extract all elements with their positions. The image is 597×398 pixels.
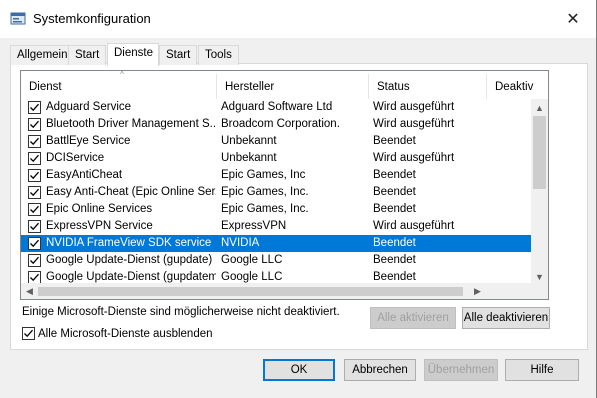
- column-header-manufacturer[interactable]: Hersteller: [217, 74, 369, 99]
- service-manufacturer: Unbekannt: [221, 152, 277, 164]
- service-manufacturer: Google LLC: [221, 254, 283, 266]
- cancel-button[interactable]: Abbrechen: [344, 359, 416, 381]
- service-status: Wird ausgeführt: [373, 101, 455, 113]
- horizontal-scroll-thumb[interactable]: [38, 287, 463, 296]
- horizontal-scrollbar[interactable]: ◀ ▶: [21, 283, 548, 299]
- msconfig-icon: [10, 11, 26, 27]
- tab-tools[interactable]: Tools: [198, 45, 239, 65]
- hide-microsoft-services-checkbox[interactable]: [22, 327, 35, 340]
- service-manufacturer: Epic Games, Inc.: [221, 186, 309, 198]
- ok-button[interactable]: OK: [263, 359, 335, 381]
- window-title: Systemkonfiguration: [33, 11, 151, 26]
- disable-all-button[interactable]: Alle deaktivieren: [462, 307, 550, 329]
- tab-general[interactable]: Allgemein: [10, 45, 75, 65]
- service-status: Beendet: [373, 203, 416, 215]
- tab-boot[interactable]: Start: [68, 45, 107, 65]
- list-header: Dienst Hersteller Status Deaktiv: [21, 74, 548, 99]
- service-name: Easy Anti-Cheat (Epic Online Ser...: [46, 186, 216, 198]
- service-status: Wird ausgeführt: [373, 118, 455, 130]
- service-checkbox[interactable]: [28, 169, 41, 182]
- column-header-disabled[interactable]: Deaktiv: [487, 74, 548, 99]
- service-status: Beendet: [373, 169, 416, 181]
- table-row[interactable]: NVIDIA FrameView SDK service NVIDIA Beende…: [21, 235, 531, 252]
- service-status: Beendet: [373, 135, 416, 147]
- service-manufacturer: Epic Games, Inc: [221, 169, 306, 181]
- service-status: Beendet: [373, 254, 416, 266]
- vertical-scrollbar[interactable]: ▲ ▼: [531, 99, 548, 285]
- service-manufacturer: Adguard Software Ltd: [221, 101, 333, 113]
- table-row[interactable]: Google Update-Dienst (gupdate) Google LLC…: [21, 252, 531, 269]
- service-checkbox[interactable]: [28, 101, 41, 114]
- service-name: DCIService: [46, 152, 105, 164]
- service-status: Wird ausgeführt: [373, 220, 455, 232]
- scroll-left-icon[interactable]: ◀: [21, 283, 38, 299]
- service-name: EasyAntiCheat: [46, 169, 123, 181]
- service-checkbox[interactable]: [28, 186, 41, 199]
- service-name: ExpressVPN Service: [46, 220, 153, 232]
- tab-startup[interactable]: Start: [159, 45, 198, 65]
- service-checkbox[interactable]: [28, 118, 41, 131]
- service-checkbox[interactable]: [28, 220, 41, 233]
- title-bar: Systemkonfiguration ✕: [0, 0, 596, 38]
- service-checkbox[interactable]: [28, 237, 41, 250]
- service-status: Beendet: [373, 237, 416, 249]
- table-row[interactable]: Bluetooth Driver Management S... Broadcom…: [21, 116, 531, 133]
- table-row[interactable]: Epic Online Services Epic Games, Inc. Been…: [21, 201, 531, 218]
- tab-services[interactable]: Dienste: [107, 43, 159, 66]
- service-manufacturer: ExpressVPN: [221, 220, 287, 232]
- service-name: Epic Online Services: [46, 203, 153, 215]
- enable-all-button[interactable]: Alle aktivieren: [370, 307, 456, 329]
- column-header-service[interactable]: Dienst: [21, 74, 217, 99]
- scroll-up-icon[interactable]: ▲: [531, 99, 548, 116]
- service-status: Wird ausgeführt: [373, 152, 455, 164]
- table-row[interactable]: Easy Anti-Cheat (Epic Online Ser... Epic …: [21, 184, 531, 201]
- service-checkbox[interactable]: [28, 152, 41, 165]
- service-name: Bluetooth Driver Management S...: [46, 118, 216, 130]
- apply-button[interactable]: Übernehmen: [424, 359, 498, 381]
- table-row[interactable]: DCIService Unbekannt Wird ausgeführt: [21, 150, 531, 167]
- service-status: Beendet: [373, 186, 416, 198]
- service-checkbox[interactable]: [28, 135, 41, 148]
- close-icon: ✕: [566, 11, 580, 28]
- system-configuration-window: Systemkonfiguration ✕ Allgemein Start Di…: [0, 0, 597, 398]
- service-manufacturer: Broadcom Corporation.: [221, 118, 340, 130]
- table-row[interactable]: BattlEye Service Unbekannt Beendet: [21, 133, 531, 150]
- table-row[interactable]: ExpressVPN Service ExpressVPN Wird ausgefü…: [21, 218, 531, 235]
- services-list[interactable]: ^ Dienst Hersteller Status Deaktiv Adgua…: [20, 70, 549, 300]
- column-header-status[interactable]: Status: [369, 74, 487, 99]
- table-row[interactable]: EasyAntiCheat Epic Games, Inc Beendet: [21, 167, 531, 184]
- close-button[interactable]: ✕: [550, 0, 596, 38]
- service-checkbox[interactable]: [28, 254, 41, 267]
- help-button[interactable]: Hilfe: [505, 359, 579, 381]
- service-name: Google Update-Dienst (gupdate): [46, 254, 213, 266]
- service-manufacturer: NVIDIA: [221, 237, 260, 249]
- service-name: Adguard Service: [46, 101, 132, 113]
- vertical-scroll-thumb[interactable]: [533, 116, 546, 189]
- service-checkbox[interactable]: [28, 203, 41, 216]
- microsoft-services-notice: Einige Microsoft-Dienste sind möglicherw…: [22, 306, 340, 318]
- table-row[interactable]: Adguard Service Adguard Software Ltd Wird …: [21, 99, 531, 116]
- service-manufacturer: Unbekannt: [221, 135, 277, 147]
- hide-microsoft-services-label: Alle Microsoft-Dienste ausblenden: [38, 328, 213, 340]
- service-name: NVIDIA FrameView SDK service: [46, 237, 212, 249]
- service-name: BattlEye Service: [46, 135, 131, 147]
- scroll-right-icon[interactable]: ▶: [469, 283, 486, 299]
- service-manufacturer: Epic Games, Inc.: [221, 203, 309, 215]
